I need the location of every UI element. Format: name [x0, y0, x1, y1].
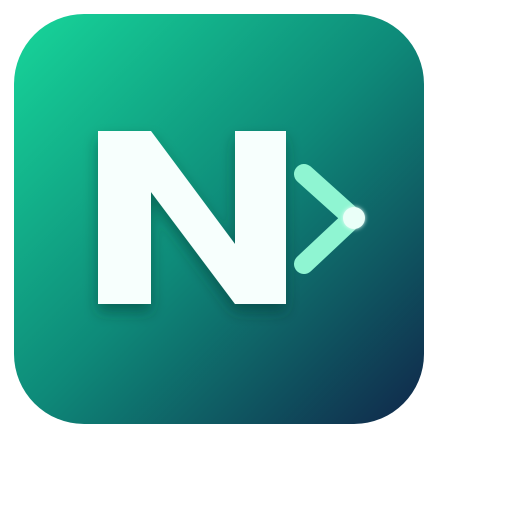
canvas: [0, 0, 512, 512]
app-icon-graphic: [14, 14, 424, 424]
chevron-dot-icon: [343, 207, 365, 229]
app-icon: [14, 14, 424, 424]
